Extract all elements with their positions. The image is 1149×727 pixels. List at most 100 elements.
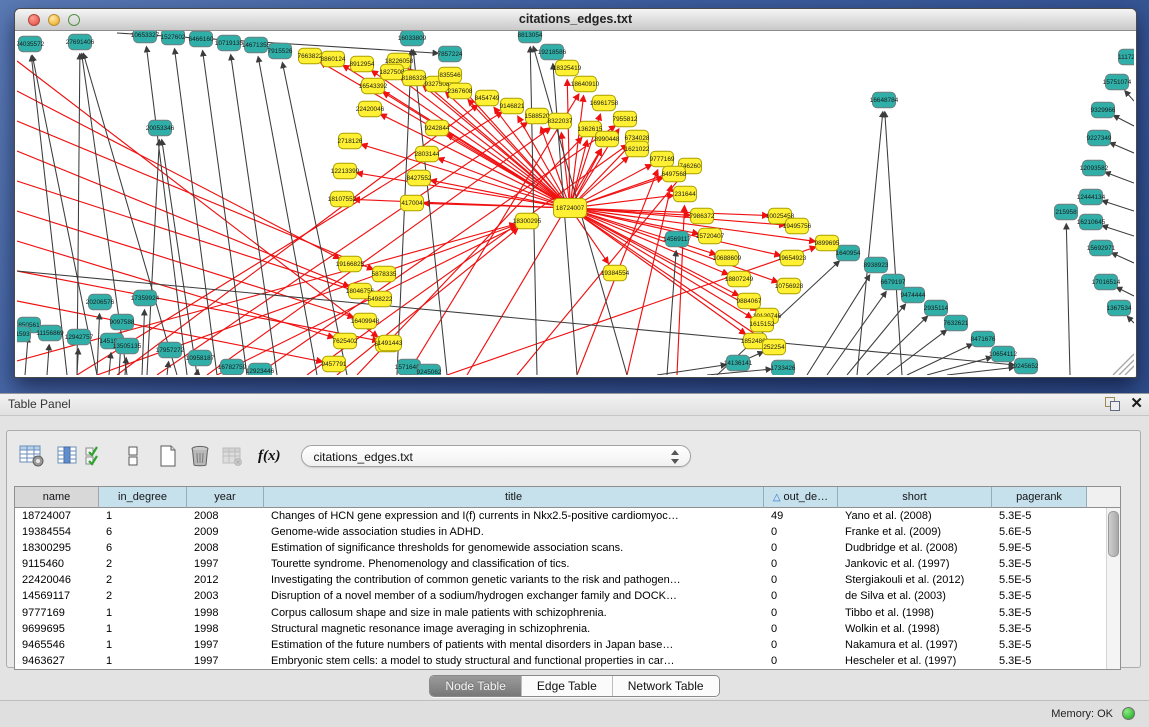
graph-node[interactable]: 7625402 — [333, 333, 358, 349]
graph-node[interactable]: 8186328 — [402, 70, 427, 86]
table-cell[interactable]: 1998 — [187, 621, 264, 637]
table-cell[interactable]: 9465546 — [15, 637, 99, 653]
black-edge[interactable] — [1112, 253, 1134, 263]
select-columns-icon[interactable] — [57, 446, 77, 466]
graph-node[interactable]: 252254 — [763, 339, 786, 355]
table-cell[interactable]: Tourette syndrome. Phenomenology and cla… — [264, 556, 764, 572]
graph-node[interactable]: 16961758 — [590, 95, 619, 111]
red-edge[interactable] — [17, 121, 373, 269]
graph-node[interactable]: 8427552 — [407, 170, 432, 186]
graph-node[interactable]: 11156869 — [36, 325, 64, 341]
tab-network-table[interactable]: Network Table — [612, 676, 719, 696]
graph-node[interactable]: 8454749 — [475, 90, 500, 106]
table-row[interactable]: 969969511998Structural magnetic resonanc… — [15, 621, 1120, 637]
graph-node[interactable]: 20206576 — [86, 294, 115, 310]
graph-node[interactable]: 1640954 — [836, 245, 861, 261]
table-cell[interactable]: Estimation of the future numbers of pati… — [264, 637, 764, 653]
graph-node[interactable]: 10653327 — [131, 31, 160, 43]
table-cell[interactable]: 1997 — [187, 556, 264, 572]
table-cell[interactable]: Structural magnetic resonance image aver… — [264, 621, 764, 637]
graph-node[interactable]: 12093582 — [1080, 160, 1109, 176]
graph-node[interactable]: 19384554 — [601, 265, 630, 281]
graph-node[interactable]: 19218586 — [538, 44, 567, 60]
table-cell[interactable]: 5.3E-5 — [992, 637, 1087, 653]
graph-node[interactable]: 2367608 — [448, 83, 473, 99]
table-cell[interactable]: 5.6E-5 — [992, 524, 1087, 540]
graph-node[interactable]: 9227349 — [1087, 130, 1112, 146]
black-edge[interactable] — [1102, 201, 1134, 211]
table-cell[interactable]: 5.5E-5 — [992, 572, 1087, 588]
column-header-title[interactable]: title — [264, 487, 764, 508]
graph-node[interactable]: 8860124 — [321, 51, 346, 67]
table-cell[interactable]: 5.3E-5 — [992, 653, 1087, 669]
black-edge[interactable] — [827, 292, 886, 375]
red-edge[interactable] — [447, 134, 570, 208]
network-view-canvas[interactable]: 1872400724035572276914061065332715276026… — [17, 31, 1134, 375]
graph-node[interactable]: 9097588 — [110, 314, 135, 330]
new-table-icon[interactable] — [158, 445, 178, 467]
graph-node[interactable]: 8912954 — [350, 56, 375, 72]
zoom-window-button[interactable] — [68, 14, 80, 26]
graph-node[interactable]: 391593 — [17, 326, 31, 342]
select-all-rows-icon[interactable] — [85, 446, 104, 466]
graph-node[interactable]: 13505135 — [113, 338, 142, 354]
table-cell[interactable]: Genome-wide association studies in ADHD. — [264, 524, 764, 540]
black-edge[interactable] — [25, 337, 28, 375]
black-edge[interactable] — [885, 112, 902, 375]
table-cell[interactable]: 0 — [764, 621, 838, 637]
table-cell[interactable]: Disruption of a novel member of a sodium… — [264, 588, 764, 604]
table-cell[interactable]: 5.3E-5 — [992, 605, 1087, 621]
graph-node[interactable]: 1733426 — [771, 360, 796, 375]
table-cell[interactable]: 2 — [99, 572, 187, 588]
black-edge[interactable] — [1102, 226, 1134, 236]
graph-node[interactable]: 10756928 — [775, 278, 804, 294]
graph-node[interactable]: 9242844 — [425, 120, 450, 136]
table-cell[interactable]: 5.3E-5 — [992, 508, 1087, 524]
table-cell[interactable]: 9777169 — [15, 605, 99, 621]
table-row[interactable]: 1872400712008Changes of HCN gene express… — [15, 508, 1120, 524]
graph-node[interactable]: 2803144 — [415, 146, 440, 162]
table-cell[interactable]: Tibbo et al. (1998) — [838, 605, 992, 621]
black-edge[interactable] — [887, 330, 946, 375]
table-cell[interactable]: 2012 — [187, 572, 264, 588]
table-cell[interactable]: 0 — [764, 524, 838, 540]
table-row[interactable]: 1938455462009Genome-wide association stu… — [15, 524, 1120, 540]
column-header-in_degree[interactable]: in_degree — [99, 487, 187, 508]
graph-node[interactable]: 18640910 — [571, 76, 600, 92]
table-cell[interactable]: Nakamura et al. (1997) — [838, 637, 992, 653]
graph-node[interactable]: 7955812 — [613, 111, 638, 127]
graph-node[interactable]: 27691406 — [66, 34, 95, 50]
table-row[interactable]: 977716911998Corpus callosum shape and si… — [15, 605, 1120, 621]
graph-node[interactable]: 5878335 — [372, 266, 397, 282]
table-cell[interactable]: 14569117 — [15, 588, 99, 604]
table-cell[interactable]: Hescheler et al. (1997) — [838, 653, 992, 669]
graph-node[interactable]: 18325419 — [553, 60, 582, 76]
graph-node[interactable]: 2935114 — [924, 300, 949, 316]
red-edge[interactable] — [257, 126, 615, 375]
black-edge[interactable] — [109, 353, 111, 375]
graph-node[interactable]: 14671355 — [242, 37, 271, 53]
graph-node[interactable]: 24035572 — [17, 36, 45, 52]
table-cell[interactable]: 0 — [764, 653, 838, 669]
table-cell[interactable]: 0 — [764, 556, 838, 572]
table-cell[interactable]: Yano et al. (2008) — [838, 508, 992, 524]
graph-node[interactable]: 19654923 — [778, 250, 807, 266]
table-cell[interactable]: Dudbridge et al. (2008) — [838, 540, 992, 556]
graph-node[interactable]: 12923446 — [246, 363, 275, 375]
graph-node[interactable]: 19495756 — [783, 218, 812, 234]
graph-node[interactable]: 6679197 — [881, 274, 906, 290]
graph-node[interactable]: 9884067 — [737, 293, 762, 309]
graph-node[interactable]: 16543392 — [359, 78, 388, 94]
black-edge[interactable] — [142, 310, 145, 375]
graph-node[interactable]: 16033809 — [398, 31, 427, 46]
graph-node[interactable]: 5498222 — [368, 291, 393, 307]
graph-node[interactable]: 10958187 — [186, 350, 215, 366]
tab-edge-table[interactable]: Edge Table — [521, 676, 612, 696]
graph-node[interactable]: 1367534 — [1107, 300, 1132, 316]
graph-node[interactable]: 6466160 — [189, 31, 214, 47]
black-edge[interactable] — [1110, 143, 1134, 153]
table-cell[interactable]: 1 — [99, 653, 187, 669]
table-cell[interactable]: 2009 — [187, 524, 264, 540]
graph-node[interactable]: 14136141 — [724, 355, 753, 371]
table-cell[interactable]: 18724007 — [15, 508, 99, 524]
